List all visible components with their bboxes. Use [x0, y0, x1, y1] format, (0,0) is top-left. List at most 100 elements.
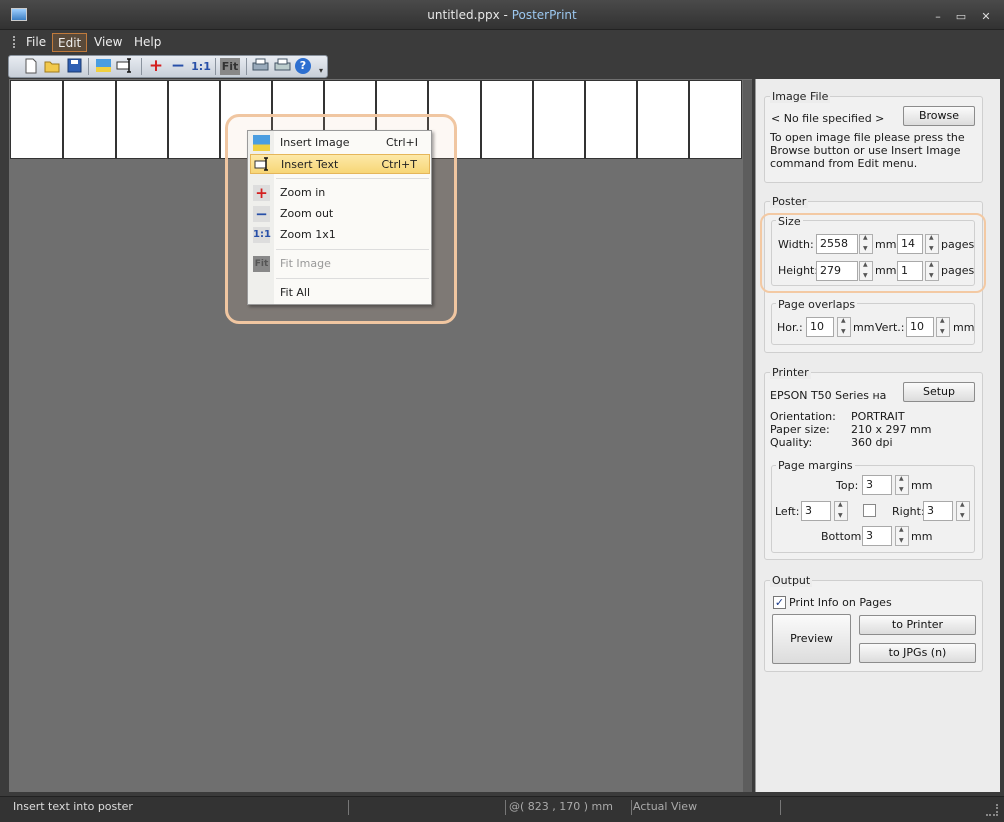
poster-page [637, 80, 689, 159]
hor-label: Hor.: [777, 321, 803, 334]
bottom-margin-label: Bottom: [821, 530, 866, 543]
toolbar-separator [246, 58, 247, 75]
top-margin-label: Top: [836, 479, 859, 492]
height-spinner[interactable] [859, 261, 873, 281]
preview-button[interactable]: Preview [772, 614, 851, 664]
zoom-out-icon[interactable]: − [169, 58, 187, 75]
height-input[interactable]: 279 [816, 261, 858, 281]
to-printer-button[interactable]: to Printer [859, 615, 976, 635]
hor-input[interactable]: 10 [806, 317, 834, 337]
toolbar-separator [88, 58, 89, 75]
menu-view[interactable]: View [89, 33, 127, 52]
menu-item-fit-all[interactable]: Fit All [250, 283, 430, 303]
height-pages-input[interactable]: 1 [897, 261, 923, 281]
zoom-out-icon: − [253, 206, 270, 222]
browse-button[interactable]: Browse [903, 106, 975, 126]
poster-page [481, 80, 533, 159]
window-filename: untitled.ppx - [427, 8, 512, 22]
bottom-margin-input[interactable]: 3 [862, 526, 892, 546]
setup-button[interactable]: Setup [903, 382, 975, 402]
width-label: Width: [778, 238, 814, 251]
printer-name: EPSON T50 Series на [770, 389, 887, 402]
image-file-value: < No file specified > [771, 112, 885, 125]
width-unit: mm [875, 238, 897, 251]
menu-item-zoom-1x1[interactable]: 1:1 Zoom 1x1 [250, 225, 430, 245]
minimize-button[interactable]: – [927, 11, 949, 23]
print-info-label: Print Info on Pages [789, 596, 892, 609]
new-file-icon[interactable] [22, 58, 40, 75]
vert-input[interactable]: 10 [906, 317, 934, 337]
printer-title: Printer [770, 366, 811, 379]
bottom-margin-unit: mm [911, 530, 933, 543]
maximize-button[interactable]: ▭ [950, 11, 972, 23]
status-separator [348, 800, 349, 815]
zoom-1x1-icon[interactable]: 1:1 [191, 58, 211, 75]
vert-label: Vert.: [875, 321, 905, 334]
close-button[interactable]: ✕ [975, 11, 997, 23]
poster-page [168, 80, 220, 159]
width-pages-input[interactable]: 14 [897, 234, 923, 254]
to-jpgs-button[interactable]: to JPGs (n) [859, 643, 976, 663]
zoom-in-icon[interactable]: + [147, 58, 165, 75]
quality-value: 360 dpi [851, 436, 893, 449]
insert-text-icon [254, 157, 271, 173]
menu-help[interactable]: Help [129, 33, 166, 52]
right-margin-label: Right: [892, 505, 925, 518]
zoom-in-icon: + [253, 185, 270, 201]
menu-item-insert-text[interactable]: Insert Text Ctrl+T [250, 154, 430, 174]
poster-page [116, 80, 168, 159]
top-margin-unit: mm [911, 479, 933, 492]
print-preview-icon[interactable] [251, 58, 269, 75]
fit-icon[interactable]: Fit [220, 58, 240, 75]
top-margin-spinner[interactable] [895, 475, 909, 495]
status-separator [505, 800, 506, 815]
link-margins-checkbox[interactable] [863, 504, 876, 517]
help-icon[interactable]: ? [295, 58, 311, 74]
menu-item-zoom-out[interactable]: − Zoom out [250, 204, 430, 224]
window-app-name: PosterPrint [511, 8, 577, 22]
menu-item-insert-image[interactable]: Insert Image Ctrl+I [250, 133, 430, 153]
status-separator [780, 800, 781, 815]
resize-grip-icon[interactable] [986, 804, 998, 816]
width-pages-spinner[interactable] [925, 234, 939, 254]
height-pages-spinner[interactable] [925, 261, 939, 281]
toolbar-separator [141, 58, 142, 75]
output-title: Output [770, 574, 813, 587]
poster-page [10, 80, 63, 159]
insert-text-icon[interactable] [116, 58, 134, 75]
left-margin-spinner[interactable] [834, 501, 848, 521]
canvas-scrollbar[interactable] [743, 80, 752, 792]
size-highlight [760, 213, 986, 293]
menu-item-label: Zoom in [280, 186, 326, 199]
menu-file[interactable]: File [21, 33, 51, 52]
toolbar-separator [215, 58, 216, 75]
left-margin-input[interactable]: 3 [801, 501, 831, 521]
save-icon[interactable] [65, 58, 83, 75]
status-message: Insert text into poster [13, 800, 133, 813]
toolbar-overflow-icon[interactable]: ▾ [319, 66, 323, 75]
fit-icon: Fit [253, 256, 270, 272]
open-folder-icon[interactable] [43, 58, 61, 75]
width-spinner[interactable] [859, 234, 873, 254]
menu-item-shortcut: Ctrl+T [381, 158, 417, 171]
page-overlaps-title: Page overlaps [776, 298, 858, 311]
insert-image-icon [253, 135, 270, 151]
top-margin-input[interactable]: 3 [862, 475, 892, 495]
status-bar [0, 796, 1004, 822]
bottom-margin-spinner[interactable] [895, 526, 909, 546]
vert-unit: mm [953, 321, 975, 334]
print-info-checkbox[interactable]: ✓ [773, 596, 786, 609]
hor-spinner[interactable] [837, 317, 851, 337]
status-view-mode: Actual View [633, 800, 698, 813]
vert-spinner[interactable] [936, 317, 950, 337]
print-icon[interactable] [273, 58, 291, 75]
status-coordinates: @( 823 , 170 ) mm [509, 800, 613, 813]
right-margin-spinner[interactable] [956, 501, 970, 521]
right-margin-input[interactable]: 3 [923, 501, 953, 521]
width-input[interactable]: 2558 [816, 234, 858, 254]
menu-item-zoom-in[interactable]: + Zoom in [250, 183, 430, 203]
menu-item-shortcut: Ctrl+I [385, 136, 418, 149]
insert-image-icon[interactable] [94, 58, 112, 75]
menu-edit[interactable]: Edit [52, 33, 88, 52]
poster-page [585, 80, 637, 159]
